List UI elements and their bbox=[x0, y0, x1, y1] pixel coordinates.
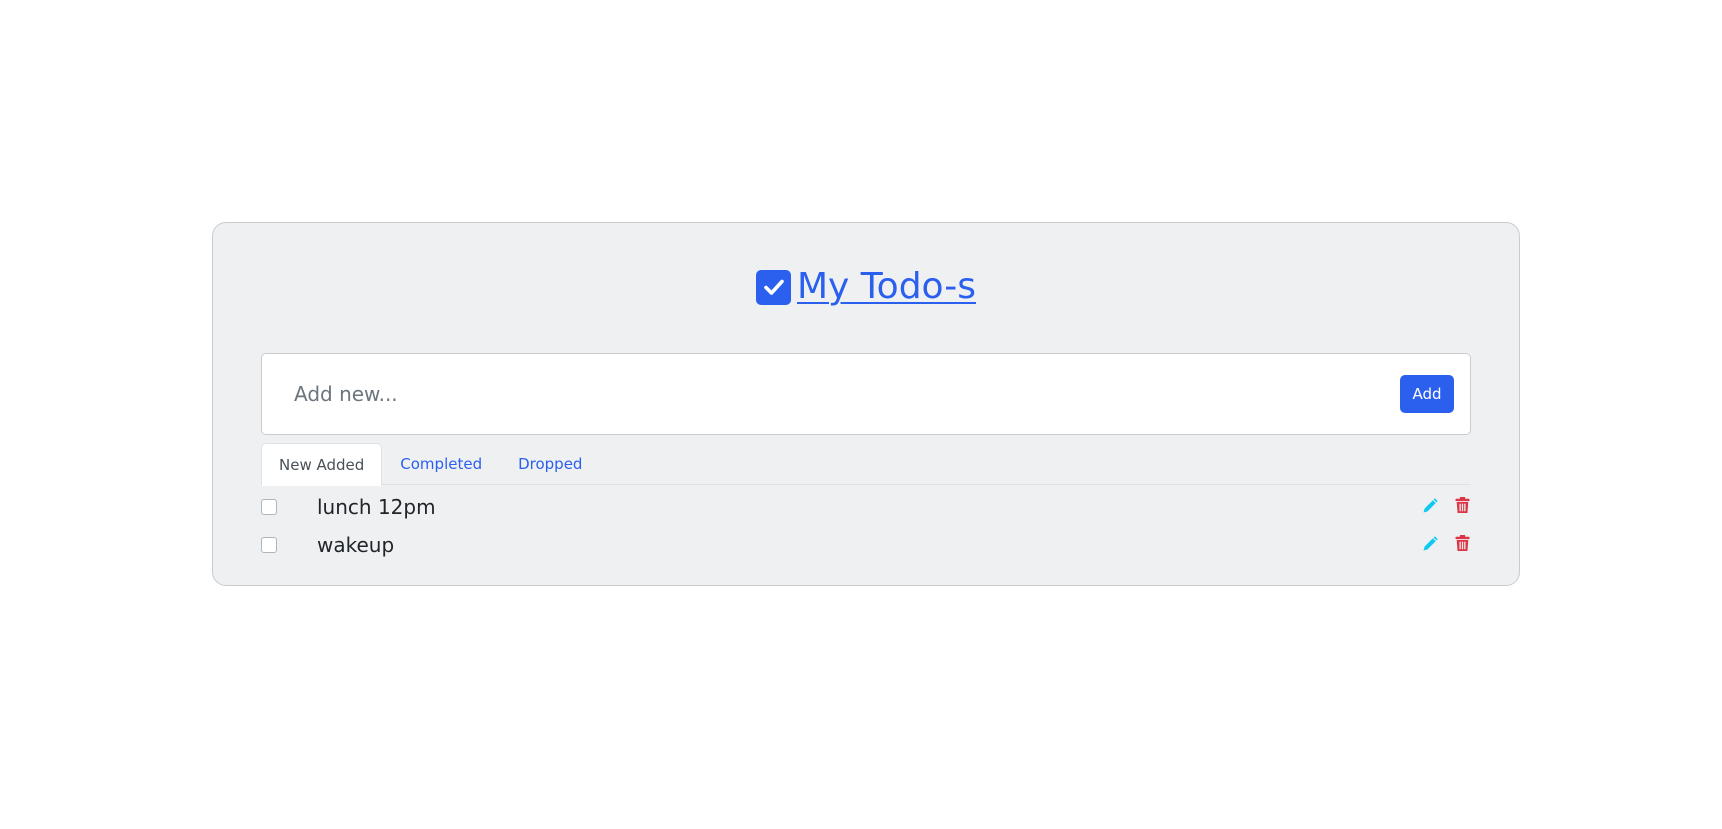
add-button[interactable]: Add bbox=[1400, 375, 1454, 413]
tab-completed[interactable]: Completed bbox=[382, 443, 500, 485]
tab-bar: New Added Completed Dropped bbox=[261, 443, 1471, 486]
todo-checkbox[interactable] bbox=[261, 499, 277, 515]
pencil-icon[interactable] bbox=[1421, 495, 1439, 515]
list-item: lunch 12pm bbox=[261, 489, 1471, 527]
page-title: My Todo-s bbox=[213, 265, 1519, 309]
todo-list: lunch 12pm wakeup bbox=[261, 489, 1471, 565]
list-item: wakeup bbox=[261, 527, 1471, 565]
todo-checkbox[interactable] bbox=[261, 537, 277, 553]
check-square-icon bbox=[756, 269, 791, 305]
tab-dropped[interactable]: Dropped bbox=[500, 443, 600, 485]
trash-icon[interactable] bbox=[1453, 533, 1471, 553]
todo-text: wakeup bbox=[317, 533, 395, 557]
todo-actions bbox=[1421, 533, 1471, 553]
todo-card: My Todo-s Add New Added Completed Droppe… bbox=[212, 222, 1520, 586]
tab-new-added[interactable]: New Added bbox=[261, 443, 383, 486]
title-link[interactable]: My Todo-s bbox=[797, 265, 976, 309]
add-new-input[interactable] bbox=[282, 370, 1352, 418]
add-todo-form: Add bbox=[261, 353, 1471, 435]
trash-icon[interactable] bbox=[1453, 495, 1471, 515]
pencil-icon[interactable] bbox=[1421, 533, 1439, 553]
todo-actions bbox=[1421, 495, 1471, 515]
todo-text: lunch 12pm bbox=[317, 495, 436, 519]
